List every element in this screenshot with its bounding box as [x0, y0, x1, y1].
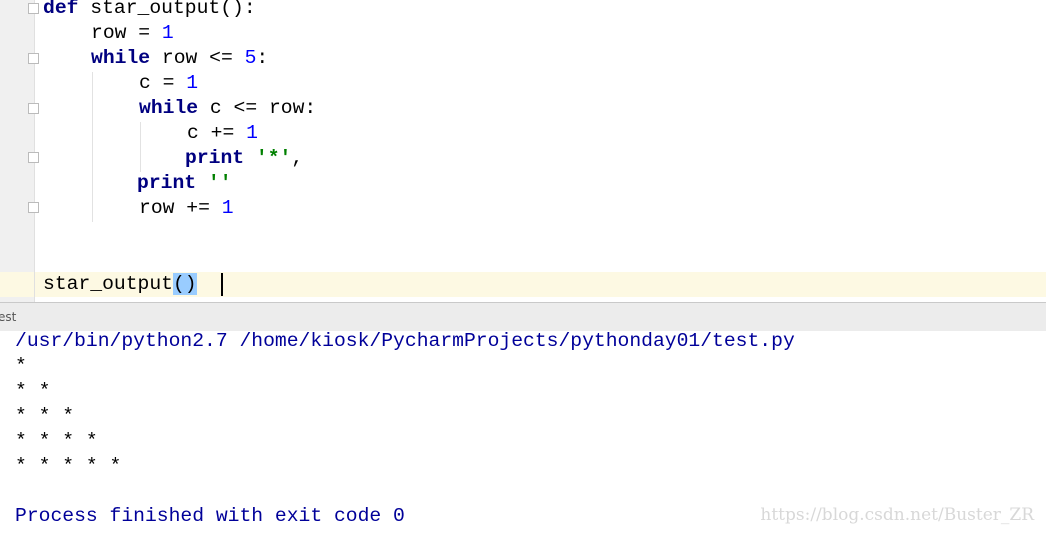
console-command: /usr/bin/python2.7 /home/kiosk/PycharmPr… — [15, 330, 795, 352]
console-exit-message: Process finished with exit code 0 — [15, 505, 405, 527]
code-line-8: print '' — [137, 172, 232, 194]
code-line-6: c += 1 — [187, 122, 258, 144]
fold-icon[interactable] — [28, 103, 39, 114]
console-output-line: * * * * * — [15, 455, 122, 477]
fold-icon[interactable] — [28, 3, 39, 14]
editor-gutter — [0, 0, 35, 302]
code-line-7: print '*', — [185, 147, 304, 169]
fold-end-icon[interactable] — [28, 202, 39, 213]
code-line-call: star_output() — [43, 273, 197, 295]
fold-end-icon[interactable] — [28, 152, 39, 163]
code-line-5: while c <= row: — [139, 97, 317, 119]
text-caret — [221, 273, 223, 296]
code-line-1: def star_output(): — [43, 0, 256, 19]
watermark: https://blog.csdn.net/Buster_ZR — [760, 505, 1034, 525]
console-output-line: * * * * — [15, 430, 98, 452]
fold-icon[interactable] — [28, 53, 39, 64]
console-output-line: * — [15, 355, 27, 377]
code-line-9: row += 1 — [139, 197, 234, 219]
run-tab-label[interactable]: est — [0, 310, 16, 324]
current-line-gutter — [0, 272, 34, 297]
code-line-4: c = 1 — [139, 72, 199, 94]
console-output-line: * * * — [15, 405, 75, 427]
code-line-3: while row <= 5: — [91, 47, 269, 69]
code-editor[interactable]: def star_output(): row = 1 while row <= … — [35, 0, 1046, 302]
console-output-line: * * — [15, 380, 51, 402]
run-tool-window-header: est — [0, 302, 1046, 332]
indent-guide — [140, 122, 141, 172]
matched-parens: () — [172, 273, 197, 295]
code-line-2: row = 1 — [91, 22, 174, 44]
indent-guide — [92, 72, 93, 222]
